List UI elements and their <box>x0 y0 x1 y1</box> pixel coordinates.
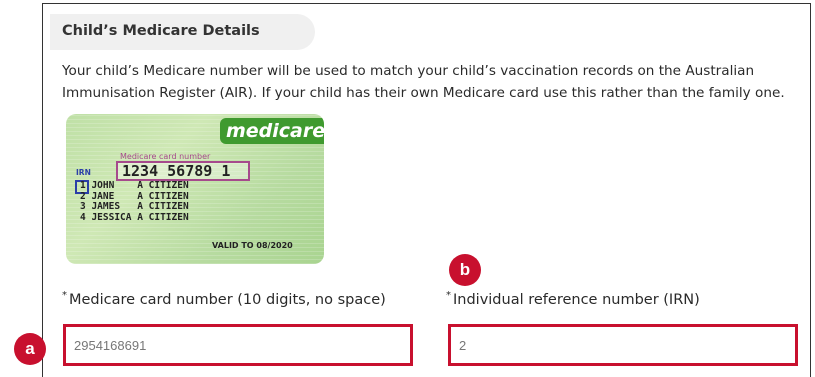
medicare-card-image: medicare Medicare card number IRN 1234 5… <box>66 114 324 264</box>
card-name-row: 1 JOHN A CITIZEN <box>80 180 189 191</box>
medicare-logo: medicare <box>220 118 324 144</box>
card-name-row: 4 JESSICA A CITIZEN <box>80 211 189 223</box>
irn-label-text: Individual reference number (IRN) <box>453 291 700 308</box>
card-valid-to: VALID TO 08/2020 <box>212 241 293 250</box>
medicare-number-label: * Medicare card number (10 digits, no spa… <box>62 290 386 308</box>
section-header: Child’s Medicare Details <box>50 14 315 50</box>
intro-text: Your child’s Medicare number will be use… <box>62 63 785 101</box>
card-number-caption: Medicare card number <box>120 152 211 161</box>
required-asterisk: * <box>62 290 67 301</box>
marker-a: a <box>14 333 46 365</box>
irn-input[interactable] <box>448 324 798 366</box>
card-name-row: 3 JAMES A CITIZEN <box>80 201 189 212</box>
marker-b: b <box>449 254 481 286</box>
irn-label: * Individual reference number (IRN) <box>446 290 700 308</box>
section-title: Child’s Medicare Details <box>62 23 260 39</box>
card-names: 1 JOHN A CITIZEN 2 JANE A CITIZEN 3 JAMES … <box>80 180 189 223</box>
required-asterisk: * <box>446 290 451 301</box>
medicare-number-label-text: Medicare card number (10 digits, no spac… <box>69 291 386 308</box>
card-irn-label: IRN <box>76 168 91 177</box>
card-number: 1234 56789 1 <box>116 161 250 181</box>
medicare-number-input[interactable] <box>63 324 413 366</box>
